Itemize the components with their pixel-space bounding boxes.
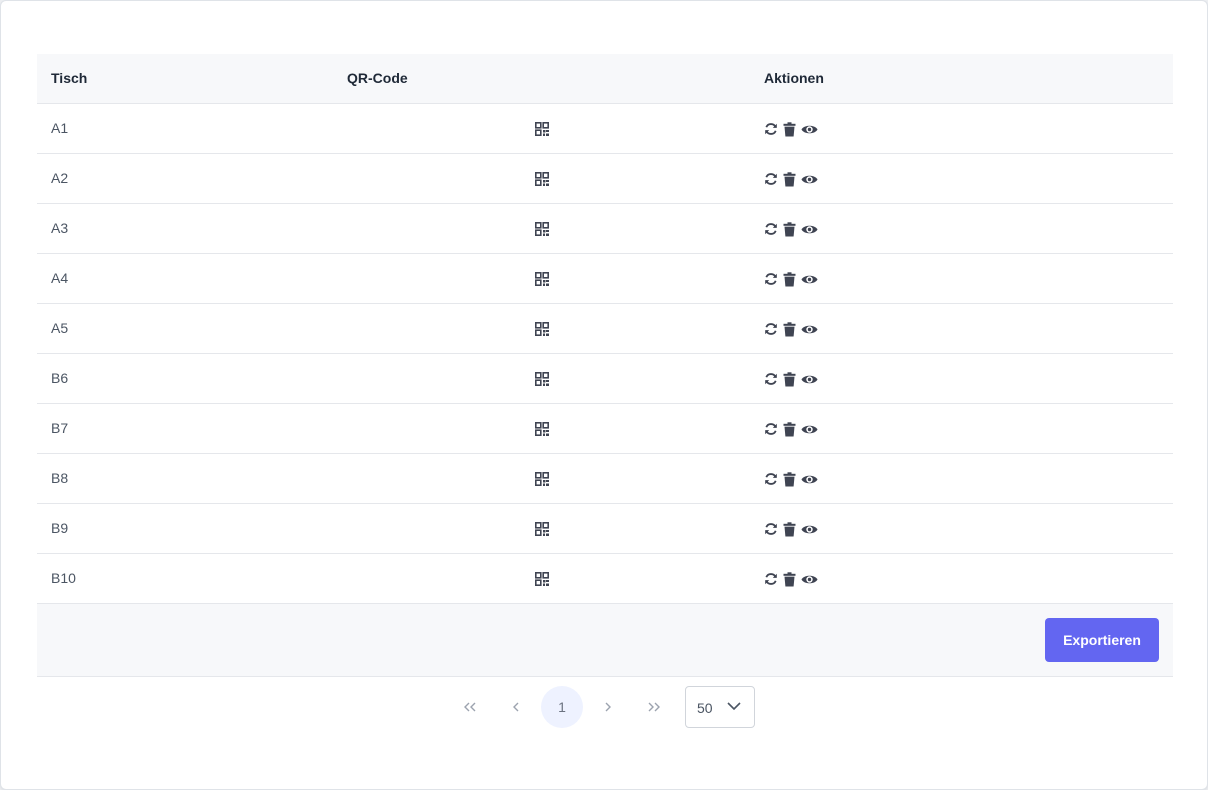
- first-page-button[interactable]: [449, 686, 491, 728]
- row-actions: [764, 121, 818, 137]
- trash-icon[interactable]: [783, 221, 796, 237]
- table-name-cell: A1: [51, 120, 69, 136]
- eye-icon[interactable]: [801, 423, 818, 436]
- table-name-cell: A5: [51, 320, 69, 336]
- double-chevron-right-icon: [648, 702, 660, 712]
- header-aktionen: Aktionen: [764, 70, 824, 86]
- next-page-button[interactable]: [587, 686, 629, 728]
- table-row: B6: [37, 354, 1173, 404]
- table-row: B8: [37, 454, 1173, 504]
- table-name-cell: B7: [51, 420, 69, 436]
- header-qr-code: QR-Code: [347, 70, 408, 86]
- table-row: A3: [37, 204, 1173, 254]
- eye-icon[interactable]: [801, 323, 818, 336]
- refresh-icon[interactable]: [764, 372, 778, 386]
- trash-icon[interactable]: [783, 171, 796, 187]
- qrcode-icon[interactable]: [535, 372, 549, 386]
- row-actions: [764, 471, 818, 487]
- eye-icon[interactable]: [801, 273, 818, 286]
- eye-icon[interactable]: [801, 473, 818, 486]
- double-chevron-left-icon: [464, 702, 476, 712]
- trash-icon[interactable]: [783, 271, 796, 287]
- rows-per-page-value: 50: [697, 700, 713, 716]
- pagination: 1 50: [1, 683, 1207, 729]
- chevron-down-icon: [727, 702, 741, 711]
- refresh-icon[interactable]: [764, 322, 778, 336]
- refresh-icon[interactable]: [764, 572, 778, 586]
- refresh-icon[interactable]: [764, 422, 778, 436]
- refresh-icon[interactable]: [764, 122, 778, 136]
- table-row: A5: [37, 304, 1173, 354]
- last-page-button[interactable]: [633, 686, 675, 728]
- refresh-icon[interactable]: [764, 172, 778, 186]
- table-name-cell: A3: [51, 220, 69, 236]
- eye-icon[interactable]: [801, 173, 818, 186]
- qrcode-icon[interactable]: [535, 322, 549, 336]
- chevron-right-icon: [605, 702, 611, 712]
- table-card: Tisch QR-Code Aktionen A1 A2 A3 A4 A5 B6…: [0, 0, 1208, 790]
- qrcode-icon[interactable]: [535, 522, 549, 536]
- qrcode-icon[interactable]: [535, 422, 549, 436]
- table-name-cell: B6: [51, 370, 69, 386]
- refresh-icon[interactable]: [764, 272, 778, 286]
- row-actions: [764, 221, 818, 237]
- tables-table: Tisch QR-Code Aktionen A1 A2 A3 A4 A5 B6…: [37, 54, 1173, 677]
- table-header: Tisch QR-Code Aktionen: [37, 54, 1173, 104]
- row-actions: [764, 271, 818, 287]
- trash-icon[interactable]: [783, 521, 796, 537]
- eye-icon[interactable]: [801, 573, 818, 586]
- trash-icon[interactable]: [783, 321, 796, 337]
- table-row: B9: [37, 504, 1173, 554]
- trash-icon[interactable]: [783, 471, 796, 487]
- chevron-left-icon: [513, 702, 519, 712]
- row-actions: [764, 521, 818, 537]
- table-row: A4: [37, 254, 1173, 304]
- row-actions: [764, 321, 818, 337]
- row-actions: [764, 371, 818, 387]
- table-row: A2: [37, 154, 1173, 204]
- qrcode-icon[interactable]: [535, 122, 549, 136]
- row-actions: [764, 571, 818, 587]
- qrcode-icon[interactable]: [535, 222, 549, 236]
- table-body: A1 A2 A3 A4 A5 B6 B7 B8 B9 B10: [37, 104, 1173, 604]
- refresh-icon[interactable]: [764, 522, 778, 536]
- export-button[interactable]: Exportieren: [1045, 618, 1159, 662]
- header-tisch: Tisch: [51, 70, 88, 86]
- prev-page-button[interactable]: [495, 686, 537, 728]
- refresh-icon[interactable]: [764, 472, 778, 486]
- qrcode-icon[interactable]: [535, 472, 549, 486]
- table-footer: Exportieren: [37, 604, 1173, 677]
- table-name-cell: A2: [51, 170, 69, 186]
- table-row: B10: [37, 554, 1173, 604]
- eye-icon[interactable]: [801, 523, 818, 536]
- table-row: A1: [37, 104, 1173, 154]
- qrcode-icon[interactable]: [535, 172, 549, 186]
- trash-icon[interactable]: [783, 121, 796, 137]
- qrcode-icon[interactable]: [535, 572, 549, 586]
- eye-icon[interactable]: [801, 223, 818, 236]
- qrcode-icon[interactable]: [535, 272, 549, 286]
- rows-per-page-select[interactable]: 50: [685, 686, 755, 728]
- table-name-cell: A4: [51, 270, 69, 286]
- table-row: B7: [37, 404, 1173, 454]
- row-actions: [764, 171, 818, 187]
- table-name-cell: B8: [51, 470, 69, 486]
- trash-icon[interactable]: [783, 371, 796, 387]
- trash-icon[interactable]: [783, 571, 796, 587]
- table-name-cell: B9: [51, 520, 69, 536]
- refresh-icon[interactable]: [764, 222, 778, 236]
- eye-icon[interactable]: [801, 373, 818, 386]
- row-actions: [764, 421, 818, 437]
- eye-icon[interactable]: [801, 123, 818, 136]
- table-name-cell: B10: [51, 570, 76, 586]
- trash-icon[interactable]: [783, 421, 796, 437]
- page-1-button[interactable]: 1: [541, 686, 583, 728]
